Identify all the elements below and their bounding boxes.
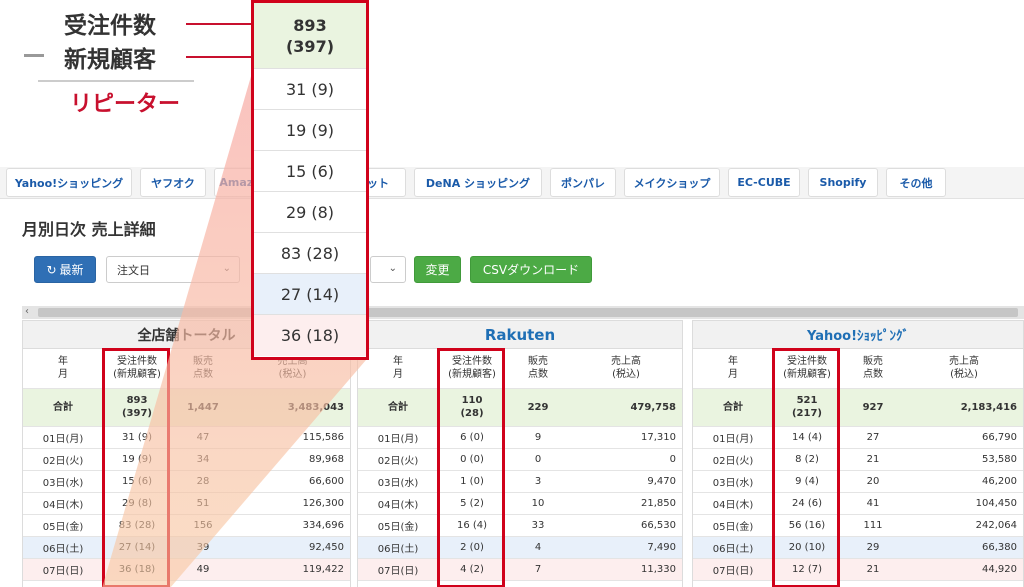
total-row: 合計 521 (217) 927 2,183,416 [693,388,1023,427]
tab-ec-cube[interactable]: EC-CUBE [728,168,800,197]
tab-shopify[interactable]: Shopify [808,168,878,197]
date-type-value: 注文日 [117,263,150,277]
table-row: 06日(土) 27 (14) 39 92,450 [23,536,350,559]
table-row: 07日(日) 4 (2) 7 11,330 [358,558,682,581]
panel-title: Rakuten [358,321,682,349]
refresh-label: 最新 [59,263,84,277]
table-row: 01日(月) 6 (0) 9 17,310 [358,426,682,449]
scrollbar-thumb[interactable] [38,308,1018,317]
table-row: 04日(木) 24 (6) 41 104,450 [693,492,1023,515]
col-date: 年月 [693,349,773,389]
table-row: 02日(火) 19 (9) 34 89,968 [23,448,350,471]
col-items: 販売 点数 [841,349,905,389]
horizontal-scrollbar[interactable]: ‹ [22,306,1024,319]
refresh-icon: ↻ [46,262,57,277]
zoomed-total-cell: 893 (397) [254,3,366,69]
panel-all-stores: 全店舗トータル 年月 受注件数 (新規顧客) 販売 点数 売上高 (税込) 合計 89… [22,320,351,587]
table-row: 01日(月) 14 (4) 27 66,790 [693,426,1023,449]
legend-new-text: 新規顧客 [64,47,156,73]
zoomed-cell: 29 (8) [254,192,366,233]
tab-yafuoku[interactable]: ヤフオク [140,168,206,197]
marketplace-tabs: Yahoo!ショッピング ヤフオク Amazon ット DeNA ショッピング … [0,167,1024,199]
col-sales: 売上高 (税込) [905,349,1023,389]
table-row: 03日(水) 15 (6) 28 66,600 [23,470,350,493]
table-row: 03日(水) 1 (0) 3 9,470 [358,470,682,493]
legend-repeater-text: リピーター [70,92,181,117]
legend-orders-text: 受注件数 [64,13,156,39]
col-items: 販売 点数 [171,349,235,389]
zoomed-cell: 83 (28) [254,233,366,274]
chevron-down-icon: ⌄ [222,263,231,274]
zoomed-cell: 27 (14) [254,274,366,315]
total-row: 合計 110 (28) 229 479,758 [358,388,682,427]
table-row: 06日(土) 20 (10) 29 66,380 [693,536,1023,559]
col-sales: 売上高 (税込) [570,349,682,389]
sales-table: 年月 受注件数 (新規顧客) 販売 点数 売上高 (税込) 合計 110 (28) 22… [358,349,682,581]
tab-dena-shopping[interactable]: DeNA ショッピング [414,168,542,197]
table-row: 07日(日) 12 (7) 21 44,920 [693,558,1023,581]
table-row: 06日(土) 2 (0) 4 7,490 [358,536,682,559]
total-row: 合計 893 (397) 1,447 3,483,043 [23,388,350,427]
legend-divider [38,80,194,82]
table-row: 04日(木) 5 (2) 10 21,850 [358,492,682,515]
tab-ponpare[interactable]: ポンパレ [550,168,616,197]
zoomed-cell: 19 (9) [254,110,366,151]
zoomed-cell: 31 (9) [254,69,366,110]
col-date: 年月 [358,349,438,389]
table-row: 03日(水) 9 (4) 20 46,200 [693,470,1023,493]
zoomed-cell: 36 (18) [254,315,366,356]
table-row: 02日(火) 0 (0) 0 0 [358,448,682,471]
tab-yahoo-shopping[interactable]: Yahoo!ショッピング [6,168,132,197]
change-button[interactable]: 変更 [414,256,461,283]
table-header: 年月 受注件数 (新規顧客) 販売 点数 売上高 (税込) [358,349,682,389]
highlight-orders-all [102,348,170,587]
panel-title: Yahoo!ｼｮｯﾋﾟﾝｸﾞ [693,321,1023,349]
panel-rakuten: Rakuten 年月 受注件数 (新規顧客) 販売 点数 売上高 (税込) 合計 11… [357,320,683,587]
page-title: 月別日次 売上詳細 [22,220,156,239]
col-date: 年月 [23,349,103,389]
col-items: 販売 点数 [506,349,570,389]
tab-other[interactable]: その他 [886,168,946,197]
period-select[interactable]: ⌄ [370,256,406,283]
table-row: 05日(金) 83 (28) 156 334,696 [23,514,350,537]
table-row: 07日(日) 36 (18) 49 119,422 [23,558,350,581]
legend-minus-icon [24,54,44,57]
panel-yahoo-shopping: Yahoo!ｼｮｯﾋﾟﾝｸﾞ 年月 受注件数 (新規顧客) 販売 点数 売上高 (税込… [692,320,1024,587]
sales-table: 年月 受注件数 (新規顧客) 販売 点数 売上高 (税込) 合計 893 (397) 1… [23,349,350,581]
highlight-orders-rakuten [437,348,505,587]
zoomed-cell: 15 (6) [254,151,366,192]
table-row: 05日(金) 16 (4) 33 66,530 [358,514,682,537]
scroll-left-icon[interactable]: ‹ [25,306,29,317]
csv-download-button[interactable]: CSVダウンロード [470,256,592,283]
zoomed-orders-column: 893 (397) 31 (9) 19 (9) 15 (6) 29 (8) 83 … [251,0,369,360]
chevron-down-icon: ⌄ [388,263,397,274]
sales-table: 年月 受注件数 (新規顧客) 販売 点数 売上高 (税込) 合計 521 (217) 9… [693,349,1023,581]
table-row: 05日(金) 56 (16) 111 242,064 [693,514,1023,537]
legend: 受注件数 新規顧客 リピーター [18,0,277,117]
refresh-button[interactable]: ↻ 最新 [34,256,96,283]
highlight-orders-yahoo [772,348,840,587]
date-type-select[interactable]: 注文日 ⌄ [106,256,240,283]
table-row: 01日(月) 31 (9) 47 115,586 [23,426,350,449]
table-header: 年月 受注件数 (新規顧客) 販売 点数 売上高 (税込) [693,349,1023,389]
tab-makeshop[interactable]: メイクショップ [624,168,720,197]
table-row: 04日(木) 29 (8) 51 126,300 [23,492,350,515]
table-row: 02日(火) 8 (2) 21 53,580 [693,448,1023,471]
